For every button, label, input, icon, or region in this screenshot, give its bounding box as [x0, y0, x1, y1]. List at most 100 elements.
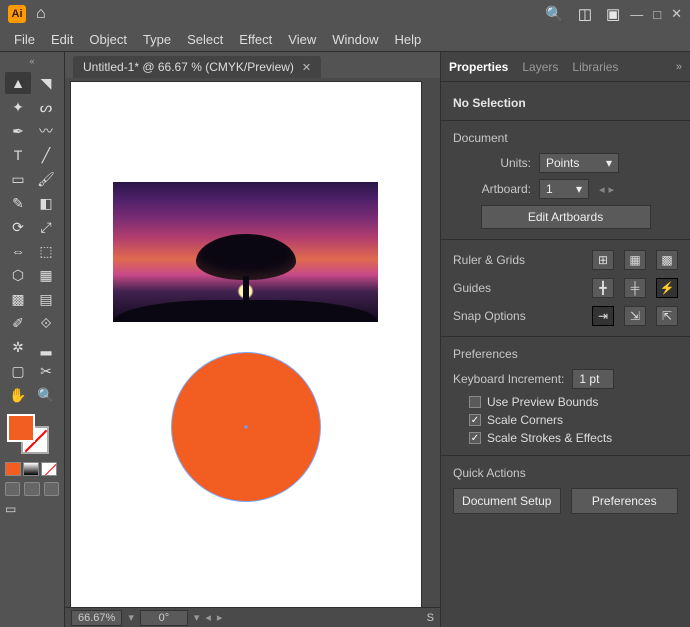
free-transform-tool[interactable]: ⬚ — [33, 240, 59, 262]
hand-tool[interactable]: ✋ — [5, 384, 31, 406]
mesh-tool[interactable]: ▩ — [5, 288, 31, 310]
gradient-tool[interactable]: ▤ — [33, 288, 59, 310]
snap-point-icon[interactable]: ⇥ — [592, 306, 614, 326]
menu-help[interactable]: Help — [386, 32, 429, 47]
tab-layers[interactable]: Layers — [522, 60, 558, 74]
column-graph-tool[interactable]: ▂ — [33, 336, 59, 358]
guides-show-icon[interactable]: ╋ — [592, 278, 614, 298]
keyboard-increment-label: Keyboard Increment: — [453, 372, 564, 386]
document-tab-row: Untitled-1* @ 66.67 % (CMYK/Preview) ✕ — [65, 52, 440, 78]
guides-lock-icon[interactable]: ╪ — [624, 278, 646, 298]
pen-tool[interactable]: ✒ — [5, 120, 31, 142]
minimize-button[interactable]: — — [630, 7, 643, 22]
slice-tool[interactable]: ✂ — [33, 360, 59, 382]
rectangle-tool[interactable]: ▭ — [5, 168, 31, 190]
draw-behind-icon[interactable] — [24, 482, 39, 496]
artboard-dropdown[interactable]: 1▾ — [539, 179, 589, 199]
tab-libraries[interactable]: Libraries — [572, 60, 618, 74]
canvas[interactable] — [65, 78, 440, 607]
artboard-next-icon[interactable]: ▸ — [217, 611, 223, 624]
menu-select[interactable]: Select — [179, 32, 231, 47]
ellipse-shape[interactable] — [171, 352, 321, 502]
panel-tabs: Properties Layers Libraries » — [441, 52, 690, 82]
color-swatches[interactable] — [5, 414, 59, 460]
scale-tool[interactable]: ⤢ — [33, 216, 59, 238]
chevron-down-icon: ▾ — [606, 156, 612, 170]
zoom-field[interactable]: 66.67% — [71, 610, 122, 626]
placed-image-sunset[interactable] — [113, 182, 378, 322]
symbol-sprayer-tool[interactable]: ✲ — [5, 336, 31, 358]
menu-file[interactable]: File — [6, 32, 43, 47]
document-tab[interactable]: Untitled-1* @ 66.67 % (CMYK/Preview) ✕ — [73, 56, 321, 78]
document-setup-button[interactable]: Document Setup — [453, 488, 561, 514]
edit-artboards-button[interactable]: Edit Artboards — [481, 205, 651, 229]
artboard-next-icon[interactable]: ▸ — [609, 184, 615, 196]
menu-window[interactable]: Window — [324, 32, 386, 47]
maximize-button[interactable]: □ — [653, 7, 661, 22]
workspace-icon[interactable]: ▣ — [606, 5, 620, 23]
artboard-tool[interactable]: ▢ — [5, 360, 31, 382]
grid-icon[interactable]: ▦ — [624, 250, 646, 270]
chevron-down-icon: ▾ — [576, 182, 582, 196]
zoom-tool[interactable]: 🔍 — [33, 384, 59, 406]
menu-view[interactable]: View — [280, 32, 324, 47]
direct-selection-tool[interactable]: ◥ — [33, 72, 59, 94]
perspective-grid-tool[interactable]: ▦ — [33, 264, 59, 286]
app-icon: Ai — [8, 5, 26, 23]
curvature-tool[interactable]: 〰 — [33, 120, 59, 142]
color-mode-none[interactable] — [41, 462, 57, 476]
artboard-prev-icon[interactable]: ◂ — [205, 611, 211, 624]
section-preferences: Preferences — [453, 347, 678, 361]
artboard-prev-icon[interactable]: ◂ — [599, 184, 605, 196]
rotate-tool[interactable]: ⟳ — [5, 216, 31, 238]
menu-object[interactable]: Object — [81, 32, 135, 47]
line-segment-tool[interactable]: ╱ — [33, 144, 59, 166]
section-document: Document — [453, 131, 678, 145]
lasso-tool[interactable]: ᔕ — [33, 96, 59, 118]
tab-properties[interactable]: Properties — [449, 60, 508, 74]
tools-collapse-icon[interactable]: « — [5, 56, 59, 68]
home-icon[interactable]: ⌂ — [36, 5, 46, 23]
draw-inside-icon[interactable] — [44, 482, 59, 496]
chk-preview-bounds[interactable]: Use Preview Bounds — [469, 395, 678, 409]
screen-mode-button[interactable]: ▭ — [5, 502, 59, 516]
menu-effect[interactable]: Effect — [231, 32, 280, 47]
color-mode-fill[interactable] — [5, 462, 21, 476]
draw-normal-icon[interactable] — [5, 482, 20, 496]
width-tool[interactable]: ⇔ — [5, 240, 31, 262]
keyboard-increment-field[interactable]: 1 pt — [572, 369, 614, 389]
tools-panel: « ▲◥✦ᔕ✒〰T╱▭🖌✎◧⟳⤢⇔⬚⬡▦▩▤✐⟐✲▂▢✂✋🔍 ▭ — [0, 52, 65, 627]
fill-swatch[interactable] — [7, 414, 35, 442]
close-button[interactable]: ✕ — [671, 6, 682, 22]
snap-grid-icon[interactable]: ⇲ — [624, 306, 646, 326]
selection-tool[interactable]: ▲ — [5, 72, 31, 94]
color-mode-gradient[interactable] — [23, 462, 39, 476]
blend-tool[interactable]: ⟐ — [33, 312, 59, 334]
shape-builder-tool[interactable]: ⬡ — [5, 264, 31, 286]
status-right: S — [427, 612, 434, 624]
units-dropdown[interactable]: Points▾ — [539, 153, 619, 173]
shaper-tool[interactable]: ✎ — [5, 192, 31, 214]
chk-scale-strokes[interactable]: Scale Strokes & Effects — [469, 431, 678, 445]
smart-guides-icon[interactable]: ⚡ — [656, 278, 678, 298]
eraser-tool[interactable]: ◧ — [33, 192, 59, 214]
menu-type[interactable]: Type — [135, 32, 179, 47]
type-tool[interactable]: T — [5, 144, 31, 166]
rulers-icon[interactable]: ⊞ — [592, 250, 614, 270]
artboard[interactable] — [71, 82, 421, 607]
chk-scale-corners[interactable]: Scale Corners — [469, 413, 678, 427]
menu-edit[interactable]: Edit — [43, 32, 81, 47]
search-icon[interactable]: 🔍 — [545, 5, 564, 23]
panel-expand-icon[interactable]: » — [676, 61, 682, 73]
arrange-documents-icon[interactable]: ◫ — [578, 5, 592, 23]
close-tab-icon[interactable]: ✕ — [302, 61, 311, 74]
preferences-button[interactable]: Preferences — [571, 488, 679, 514]
magic-wand-tool[interactable]: ✦ — [5, 96, 31, 118]
paintbrush-tool[interactable]: 🖌 — [33, 168, 59, 190]
menu-bar: File Edit Object Type Select Effect View… — [0, 28, 690, 52]
eyedropper-tool[interactable]: ✐ — [5, 312, 31, 334]
rotate-field[interactable]: 0° — [140, 610, 188, 626]
transparency-grid-icon[interactable]: ▩ — [656, 250, 678, 270]
image-ground — [113, 300, 378, 322]
snap-pixel-icon[interactable]: ⇱ — [656, 306, 678, 326]
